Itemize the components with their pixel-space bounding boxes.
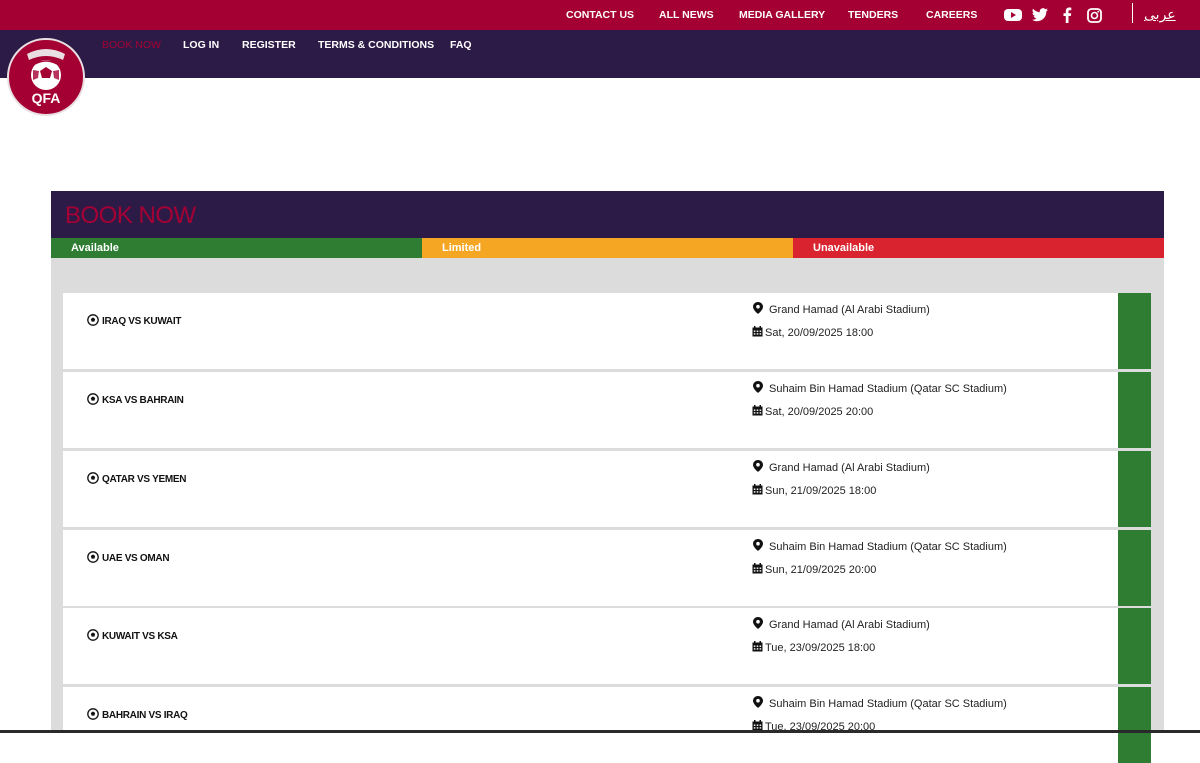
match-venue: Grand Hamad (Al Arabi Stadium) (753, 302, 930, 317)
contact-us-link[interactable]: CONTACT US (566, 9, 634, 21)
logo-text: QFA (32, 90, 61, 106)
match-venue: Grand Hamad (Al Arabi Stadium) (753, 460, 930, 475)
map-marker-icon (753, 302, 763, 317)
match-teams: KUWAIT VS KSA (87, 629, 178, 644)
top-utility-bar: CONTACT US ALL NEWS MEDIA GALLERY TENDER… (0, 0, 1200, 30)
match-teams: IRAQ VS KUWAIT (87, 314, 181, 329)
match-venue: Suhaim Bin Hamad Stadium (Qatar SC Stadi… (753, 381, 1007, 396)
match-row[interactable]: KSA VS BAHRAIN Suhaim Bin Hamad Stadium (… (63, 372, 1151, 448)
media-gallery-link[interactable]: MEDIA GALLERY (739, 9, 825, 21)
match-datetime-label: Sat, 20/09/2025 18:00 (765, 327, 874, 339)
availability-status-button[interactable] (1118, 687, 1151, 763)
football-icon (87, 629, 99, 644)
social-links (1004, 0, 1103, 30)
twitter-icon[interactable] (1031, 6, 1049, 24)
football-icon (87, 551, 99, 566)
language-divider (1132, 3, 1133, 23)
nav-register[interactable]: REGISTER (242, 39, 296, 51)
nav-book-now[interactable]: BOOK NOW (102, 39, 161, 51)
match-date: Tue, 23/09/2025 18:00 (752, 641, 875, 655)
youtube-icon[interactable] (1004, 6, 1022, 24)
match-teams-label: BAHRAIN VS IRAQ (102, 710, 188, 721)
match-datetime-label: Sun, 21/09/2025 20:00 (765, 564, 877, 576)
availability-status-button[interactable] (1118, 372, 1151, 448)
football-icon (87, 393, 99, 408)
match-venue-label: Grand Hamad (Al Arabi Stadium) (769, 618, 930, 631)
calendar-icon (752, 563, 763, 577)
map-marker-icon (753, 460, 763, 475)
calendar-icon (752, 405, 763, 419)
match-teams-label: KSA VS BAHRAIN (102, 395, 184, 406)
match-venue-label: Grand Hamad (Al Arabi Stadium) (769, 461, 930, 474)
match-date: Sat, 20/09/2025 20:00 (752, 405, 873, 419)
map-marker-icon (753, 539, 763, 554)
main-nav-bar: BOOK NOW LOG IN REGISTER TERMS & CONDITI… (0, 30, 1200, 78)
calendar-icon (752, 641, 763, 655)
match-date: Sat, 20/09/2025 18:00 (752, 326, 873, 340)
match-venue-label: Grand Hamad (Al Arabi Stadium) (769, 303, 930, 316)
match-teams-label: IRAQ VS KUWAIT (102, 316, 182, 327)
logo-crest-icon (27, 49, 65, 60)
all-news-link[interactable]: ALL NEWS (659, 9, 714, 21)
match-teams: QATAR VS YEMEN (87, 472, 186, 487)
match-datetime-label: Tue, 23/09/2025 18:00 (765, 642, 876, 654)
nav-terms-conditions[interactable]: TERMS & CONDITIONS (318, 39, 434, 51)
football-icon (87, 314, 99, 329)
match-teams-label: KUWAIT VS KSA (102, 631, 178, 642)
football-icon (87, 708, 99, 723)
match-venue-label: Suhaim Bin Hamad Stadium (Qatar SC Stadi… (769, 382, 1007, 395)
match-date: Sun, 21/09/2025 18:00 (752, 484, 876, 498)
match-row[interactable]: KUWAIT VS KSA Grand Hamad (Al Arabi Stadi… (63, 608, 1151, 684)
match-venue-label: Suhaim Bin Hamad Stadium (Qatar SC Stadi… (769, 697, 1007, 710)
instagram-icon[interactable] (1085, 6, 1103, 24)
match-row[interactable]: IRAQ VS KUWAIT Grand Hamad (Al Arabi Stad… (63, 293, 1151, 369)
language-switch-link[interactable]: عربى (1144, 0, 1176, 30)
match-date: Sun, 21/09/2025 20:00 (752, 563, 876, 577)
match-venue-label: Suhaim Bin Hamad Stadium (Qatar SC Stadi… (769, 540, 1007, 553)
tenders-link[interactable]: TENDERS (848, 9, 898, 21)
legend-available: Available (51, 238, 422, 258)
calendar-icon (752, 326, 763, 340)
qfa-logo[interactable]: QFA (7, 38, 85, 116)
availability-status-button[interactable] (1118, 530, 1151, 606)
availability-legend: Available Limited Unavailable (51, 238, 1164, 258)
facebook-icon[interactable] (1058, 6, 1076, 24)
calendar-icon (752, 484, 763, 498)
map-marker-icon (753, 617, 763, 632)
match-teams: UAE VS OMAN (87, 551, 170, 566)
match-teams-label: UAE VS OMAN (102, 553, 170, 564)
availability-status-button[interactable] (1118, 608, 1151, 684)
booking-title: BOOK NOW (65, 202, 196, 229)
match-venue: Suhaim Bin Hamad Stadium (Qatar SC Stadi… (753, 539, 1007, 554)
nav-log-in[interactable]: LOG IN (183, 39, 219, 51)
availability-status-button[interactable] (1118, 293, 1151, 369)
nav-faq[interactable]: FAQ (450, 39, 472, 51)
map-marker-icon (753, 381, 763, 396)
match-row[interactable]: QATAR VS YEMEN Grand Hamad (Al Arabi Stad… (63, 451, 1151, 527)
map-marker-icon (753, 696, 763, 711)
match-datetime-label: Sat, 20/09/2025 20:00 (765, 406, 874, 418)
availability-status-button[interactable] (1118, 451, 1151, 527)
football-icon (87, 472, 99, 487)
match-datetime-label: Sun, 21/09/2025 18:00 (765, 485, 877, 497)
legend-limited: Limited (422, 238, 793, 258)
match-row[interactable]: UAE VS OMAN Suhaim Bin Hamad Stadium (Qat… (63, 530, 1151, 606)
match-teams: KSA VS BAHRAIN (87, 393, 184, 408)
careers-link[interactable]: CAREERS (926, 9, 977, 21)
legend-unavailable: Unavailable (793, 238, 1164, 258)
match-teams: BAHRAIN VS IRAQ (87, 708, 188, 723)
match-venue: Suhaim Bin Hamad Stadium (Qatar SC Stadi… (753, 696, 1007, 711)
booking-panel-header: BOOK NOW (51, 191, 1164, 238)
match-row[interactable]: BAHRAIN VS IRAQ Suhaim Bin Hamad Stadium … (63, 687, 1151, 763)
match-teams-label: QATAR VS YEMEN (102, 474, 187, 485)
match-venue: Grand Hamad (Al Arabi Stadium) (753, 617, 930, 632)
